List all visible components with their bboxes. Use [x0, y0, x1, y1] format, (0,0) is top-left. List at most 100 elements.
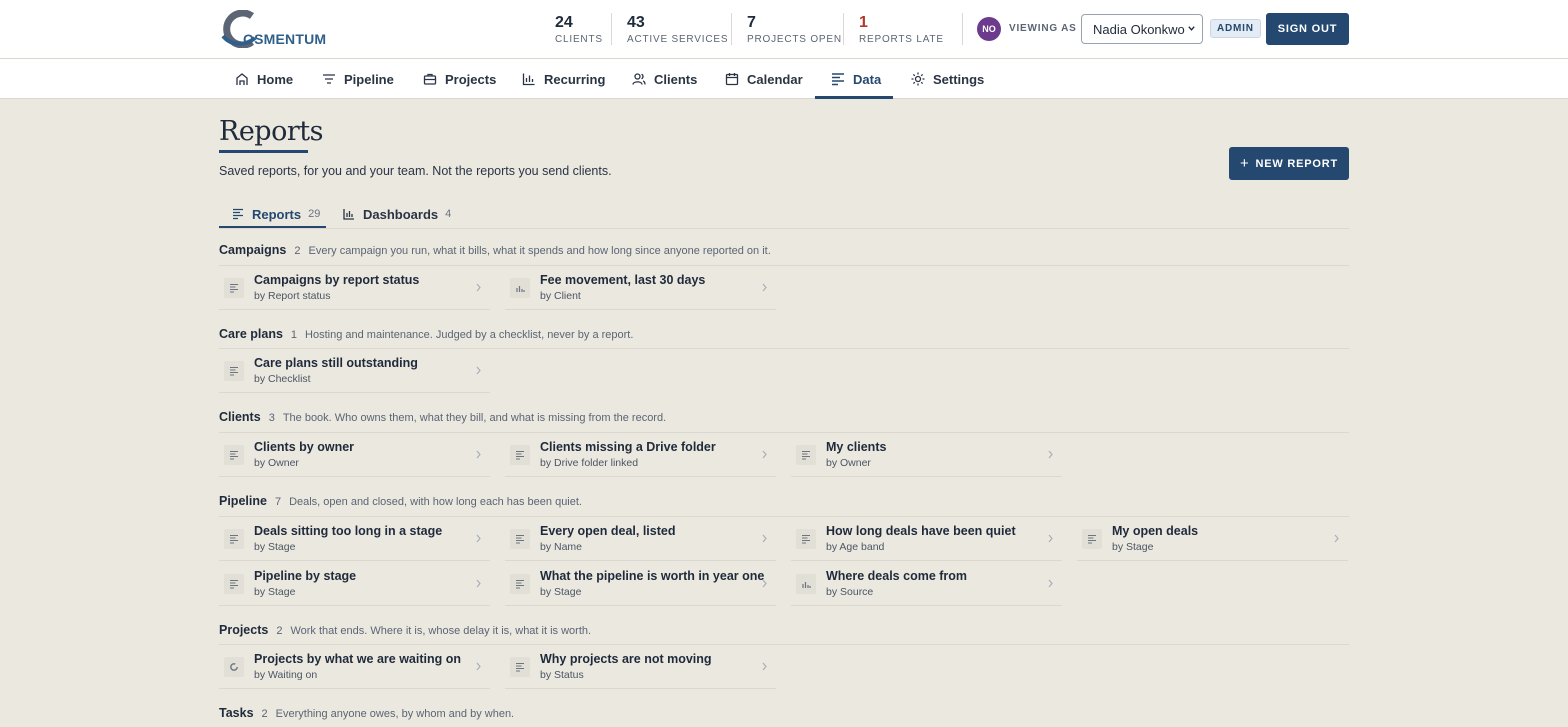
report-card[interactable]: What the pipeline is worth in year one b… — [505, 562, 776, 606]
report-card[interactable]: Where deals come from by Source — [791, 562, 1062, 606]
page-title: Reports — [219, 116, 323, 147]
tab-dashboards[interactable]: Dashboards 4 — [343, 202, 451, 226]
report-grouping: by Status — [540, 669, 584, 681]
report-card[interactable]: My open deals by Stage — [1077, 517, 1348, 561]
section-header-projects: Projects 2 Work that ends. Where it is, … — [219, 623, 591, 639]
stat-clients[interactable]: 24 CLIENTS — [555, 14, 603, 45]
stat-label: ACTIVE SERVICES — [627, 34, 729, 45]
chevron-right-icon — [762, 534, 767, 543]
stat-value: 1 — [859, 14, 868, 31]
viewing-as-select[interactable]: Nadia Okonkwo — [1081, 14, 1203, 44]
report-card[interactable]: How long deals have been quiet by Age ba… — [791, 517, 1062, 561]
nav-item-clients[interactable]: Clients — [632, 59, 697, 99]
briefcase-icon — [423, 73, 437, 85]
section-count: 2 — [294, 245, 301, 257]
stat-divider — [843, 13, 844, 45]
report-name: Where deals come from — [826, 569, 968, 583]
report-grouping: by Age band — [826, 541, 885, 553]
chevron-right-icon — [1048, 450, 1053, 459]
main-nav: Home Pipeline Projects Recurring Clients… — [0, 59, 1568, 99]
nav-item-settings[interactable]: Settings — [911, 59, 984, 99]
report-name: What the pipeline is worth in year one — [540, 569, 765, 583]
users-icon — [632, 73, 646, 85]
report-name: My open deals — [1112, 524, 1199, 538]
chevron-right-icon — [1048, 534, 1053, 543]
section-title: Projects — [219, 623, 269, 637]
report-card[interactable]: Why projects are not moving by Status — [505, 645, 776, 689]
report-grouping: by Name — [540, 541, 583, 553]
stat-value: 43 — [627, 14, 645, 31]
chevron-right-icon — [476, 450, 481, 459]
lines-icon — [510, 445, 530, 465]
report-name: My clients — [826, 440, 887, 454]
lines-icon — [510, 657, 530, 677]
report-card[interactable]: Clients missing a Drive folder by Drive … — [505, 433, 776, 477]
stat-reports-late[interactable]: 1 REPORTS LATE — [859, 14, 944, 45]
section-header-tasks: Tasks 2 Everything anyone owes, by whom … — [219, 706, 514, 722]
top-bar: OSMENTUM 24 CLIENTS 43 ACTIVE SERVICES 7… — [0, 0, 1568, 59]
nav-item-label: Projects — [445, 71, 497, 87]
report-grouping: by Owner — [826, 457, 871, 469]
section-description: Deals, open and closed, with how long ea… — [289, 496, 582, 508]
avatar[interactable]: NO — [977, 17, 1001, 41]
report-card[interactable]: Fee movement, last 30 days by Client — [505, 266, 776, 310]
stat-label: PROJECTS OPEN — [747, 34, 842, 45]
role-badge: ADMIN — [1210, 19, 1261, 38]
nav-item-data[interactable]: Data — [831, 59, 881, 99]
lines-icon — [796, 529, 816, 549]
report-card[interactable]: Pipeline by stage by Stage — [219, 562, 490, 606]
lines-icon — [224, 574, 244, 594]
report-card[interactable]: Care plans still outstanding by Checklis… — [219, 349, 490, 393]
nav-item-label: Settings — [933, 71, 985, 87]
stat-active-services[interactable]: 43 ACTIVE SERVICES — [627, 14, 728, 45]
report-grouping: by Report status — [254, 290, 331, 302]
nav-item-label: Home — [257, 71, 294, 87]
report-card[interactable]: Projects by what we are waiting on by Wa… — [219, 645, 490, 689]
nav-item-recurring[interactable]: Recurring — [522, 59, 605, 99]
stat-projects-open[interactable]: 7 PROJECTS OPEN — [747, 14, 842, 45]
nav-item-label: Data — [853, 71, 882, 87]
report-card[interactable]: Clients by owner by Owner — [219, 433, 490, 477]
report-card[interactable]: Campaigns by report status by Report sta… — [219, 266, 490, 310]
nav-item-calendar[interactable]: Calendar — [725, 59, 803, 99]
section-title: Campaigns — [219, 243, 287, 257]
chevron-right-icon — [762, 283, 767, 292]
stat-divider — [731, 13, 732, 45]
lines-icon — [224, 445, 244, 465]
report-card[interactable]: Every open deal, listed by Name — [505, 517, 776, 561]
plus-icon: + — [1239, 155, 1250, 172]
tab-reports[interactable]: Reports 29 — [232, 202, 320, 226]
sun-icon — [911, 72, 925, 86]
nav-item-home[interactable]: Home — [235, 59, 293, 99]
chevron-right-icon — [476, 579, 481, 588]
lines-icon — [510, 529, 530, 549]
nav-item-projects[interactable]: Projects — [423, 59, 496, 99]
stat-divider — [611, 13, 612, 45]
home-icon — [236, 73, 248, 85]
new-report-label: NEW REPORT — [1255, 157, 1339, 170]
section-title: Tasks — [219, 706, 254, 720]
page-subtitle: Saved reports, for you and your team. No… — [219, 164, 612, 178]
new-report-button[interactable]: + NEW REPORT — [1229, 147, 1349, 180]
report-name: Every open deal, listed — [540, 524, 676, 538]
chevron-right-icon — [476, 366, 481, 375]
nav-item-pipeline[interactable]: Pipeline — [322, 59, 394, 99]
chevron-right-icon — [1334, 534, 1339, 543]
chevron-right-icon — [476, 283, 481, 292]
stat-value: 7 — [747, 14, 756, 31]
sign-out-button[interactable]: SIGN OUT — [1266, 13, 1349, 45]
report-name: How long deals have been quiet — [826, 524, 1016, 538]
section-description: Every campaign you run, what it bills, w… — [308, 245, 771, 257]
section-header-care-plans: Care plans 1 Hosting and maintenance. Ju… — [219, 327, 633, 343]
section-count: 7 — [274, 496, 282, 508]
chevron-right-icon — [762, 662, 767, 671]
report-card[interactable]: Deals sitting too long in a stage by Sta… — [219, 517, 490, 561]
report-grouping: by Source — [826, 586, 874, 598]
report-card[interactable]: My clients by Owner — [791, 433, 1062, 477]
report-name: Clients missing a Drive folder — [540, 440, 716, 454]
viewing-as-value: Nadia Okonkwo — [1093, 22, 1185, 37]
stat-value: 24 — [555, 14, 573, 31]
report-name: Why projects are not moving — [540, 652, 712, 666]
chevron-right-icon — [476, 534, 481, 543]
report-grouping: by Owner — [254, 457, 299, 469]
